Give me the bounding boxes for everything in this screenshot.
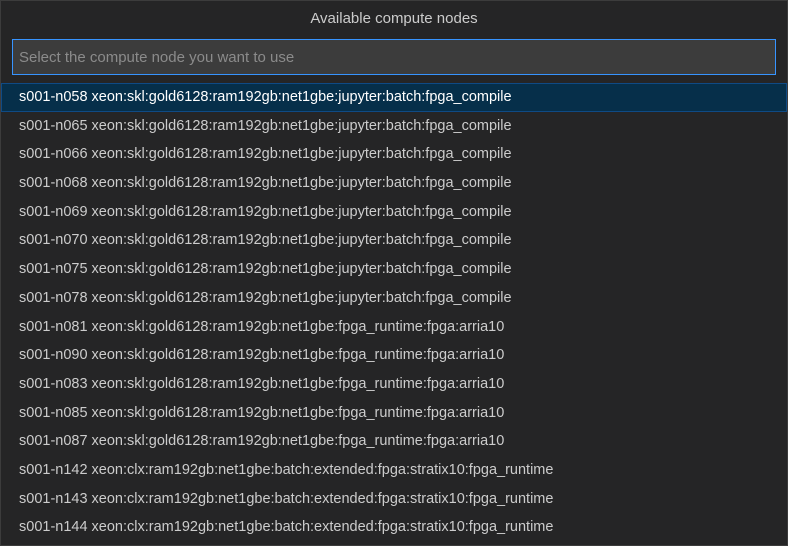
list-item[interactable]: s001-n065 xeon:skl:gold6128:ram192gb:net… [1,112,787,141]
search-input-container [1,36,787,77]
dialog-title: Available compute nodes [1,1,787,36]
list-item[interactable]: s001-n083 xeon:skl:gold6128:ram192gb:net… [1,370,787,399]
compute-node-list: s001-n058 xeon:skl:gold6128:ram192gb:net… [1,83,787,542]
list-item[interactable]: s001-n078 xeon:skl:gold6128:ram192gb:net… [1,284,787,313]
list-item[interactable]: s001-n087 xeon:skl:gold6128:ram192gb:net… [1,427,787,456]
list-item[interactable]: s001-n069 xeon:skl:gold6128:ram192gb:net… [1,198,787,227]
list-item[interactable]: s001-n075 xeon:skl:gold6128:ram192gb:net… [1,255,787,284]
list-item[interactable]: s001-n090 xeon:skl:gold6128:ram192gb:net… [1,341,787,370]
list-item[interactable]: s001-n142 xeon:clx:ram192gb:net1gbe:batc… [1,456,787,485]
list-item[interactable]: s001-n085 xeon:skl:gold6128:ram192gb:net… [1,399,787,428]
list-item[interactable]: s001-n143 xeon:clx:ram192gb:net1gbe:batc… [1,485,787,514]
list-item[interactable]: s001-n066 xeon:skl:gold6128:ram192gb:net… [1,140,787,169]
list-item[interactable]: s001-n070 xeon:skl:gold6128:ram192gb:net… [1,226,787,255]
search-input[interactable] [12,39,776,75]
list-item[interactable]: s001-n081 xeon:skl:gold6128:ram192gb:net… [1,313,787,342]
quick-pick-dialog: Available compute nodes s001-n058 xeon:s… [0,0,788,546]
list-item[interactable]: s001-n144 xeon:clx:ram192gb:net1gbe:batc… [1,513,787,542]
list-item[interactable]: s001-n058 xeon:skl:gold6128:ram192gb:net… [1,83,787,112]
list-item[interactable]: s001-n068 xeon:skl:gold6128:ram192gb:net… [1,169,787,198]
